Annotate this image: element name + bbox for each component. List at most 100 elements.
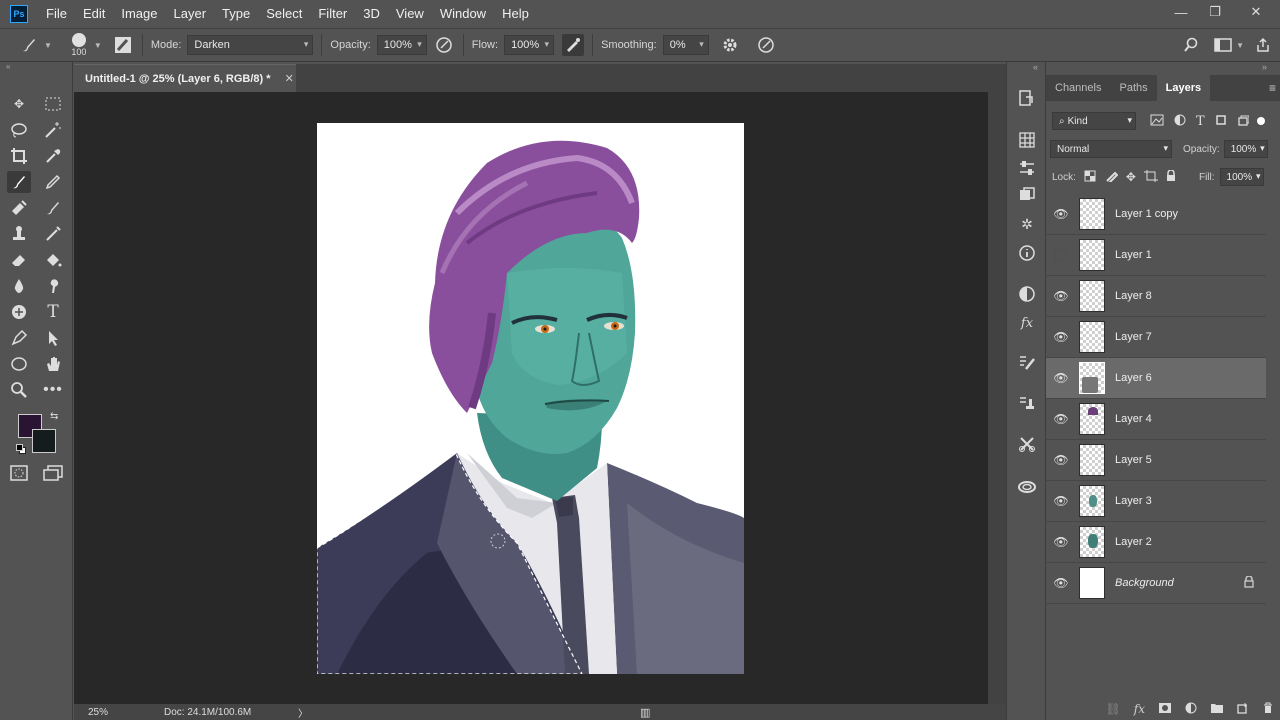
tool-presets-icon[interactable] <box>1015 432 1039 456</box>
adjustment-filter-icon[interactable] <box>1174 114 1186 129</box>
lock-artboard-icon[interactable] <box>1143 169 1158 185</box>
canvas-area[interactable] <box>74 92 988 704</box>
menu-edit[interactable]: Edit <box>75 0 113 28</box>
path-selection-tool-icon[interactable] <box>41 327 65 349</box>
eye-icon[interactable]: 👁︎ <box>1046 317 1076 358</box>
vertical-scrollbar[interactable] <box>988 92 1006 704</box>
menu-help[interactable]: Help <box>494 0 537 28</box>
tab-paths[interactable]: Paths <box>1110 75 1156 101</box>
3d-settings-icon[interactable]: ✲ <box>1015 212 1039 236</box>
filter-toggle-icon[interactable] <box>1256 117 1265 125</box>
tab-channels[interactable]: Channels <box>1046 75 1110 101</box>
stamp-tool-icon[interactable] <box>7 223 31 245</box>
fill-input[interactable]: 100% ▾ <box>1219 168 1264 186</box>
scroll-grip-icon[interactable]: ▥ <box>640 706 650 719</box>
workspace-caret-icon[interactable]: ▼ <box>1236 41 1244 50</box>
layers-scrollbar[interactable] <box>1266 190 1280 700</box>
new-layer-icon[interactable] <box>1237 702 1249 717</box>
layer-row[interactable]: 👁︎ Layer 4 <box>1046 399 1266 440</box>
preset-caret-icon[interactable]: ▼ <box>44 41 52 50</box>
hand-tool-icon[interactable] <box>41 353 65 375</box>
move-tool-icon[interactable]: ✥ <box>7 93 31 115</box>
dodge-tool-icon[interactable] <box>7 301 31 323</box>
airbrush-icon[interactable] <box>562 34 585 56</box>
eye-icon[interactable]: 👁︎ <box>1046 481 1076 522</box>
close-icon[interactable]: ✕ <box>285 72 294 85</box>
eye-icon[interactable]: 👁︎ <box>1046 276 1076 317</box>
clone-source-icon[interactable] <box>1015 391 1039 415</box>
kind-filter-select[interactable]: ⌕ Kind ▾ <box>1052 112 1136 130</box>
artboard[interactable] <box>317 123 744 674</box>
brush-size-preview[interactable]: 100 <box>68 33 90 57</box>
more-tools-icon[interactable]: ••• <box>41 379 65 401</box>
add-mask-icon[interactable] <box>1158 702 1172 717</box>
crop-tool-icon[interactable] <box>7 145 31 167</box>
menu-view[interactable]: View <box>388 0 432 28</box>
photoshop-logo[interactable]: Ps <box>10 5 28 23</box>
eye-icon[interactable]: 👁︎ <box>1046 358 1076 399</box>
adjustments-icon[interactable] <box>1015 282 1039 306</box>
menu-window[interactable]: Window <box>432 0 494 28</box>
brush-tool-preset-icon[interactable] <box>18 34 40 56</box>
zoom-tool-icon[interactable] <box>7 379 31 401</box>
paint-bucket-tool-icon[interactable] <box>41 249 65 271</box>
ellipse-tool-icon[interactable] <box>7 353 31 375</box>
delete-layer-icon[interactable] <box>1262 702 1274 717</box>
brush-settings-panel-icon[interactable] <box>112 34 134 56</box>
minimize-button[interactable]: — <box>1164 0 1198 24</box>
shape-filter-icon[interactable] <box>1215 114 1227 129</box>
info-icon[interactable] <box>1015 241 1039 265</box>
menu-3d[interactable]: 3D <box>355 0 388 28</box>
quick-mask-icon[interactable] <box>7 462 31 484</box>
gear-icon[interactable] <box>719 34 741 56</box>
mode-select[interactable]: Darken ▾ <box>187 35 314 55</box>
pen-tool-icon[interactable] <box>7 327 31 349</box>
lock-position-icon[interactable]: ✥ <box>1126 170 1136 184</box>
eye-icon[interactable]: 👁︎ <box>1046 440 1076 481</box>
menu-type[interactable]: Type <box>214 0 258 28</box>
layer-opacity-input[interactable]: 100% ▾ <box>1223 140 1268 158</box>
menu-select[interactable]: Select <box>258 0 310 28</box>
lock-all-icon[interactable] <box>1166 168 1176 185</box>
magic-wand-tool-icon[interactable] <box>41 119 65 141</box>
background-color-swatch[interactable] <box>32 429 56 453</box>
eraser-tool-icon[interactable] <box>7 249 31 271</box>
search-icon[interactable] <box>1180 34 1202 56</box>
swap-colors-icon[interactable]: ⇆ <box>50 411 58 422</box>
eye-icon[interactable]: 👁︎ <box>1046 194 1076 235</box>
eye-icon[interactable]: 👁︎ <box>1046 522 1076 563</box>
workspace-icon[interactable] <box>1212 34 1234 56</box>
blend-mode-select[interactable]: Normal ▾ <box>1050 140 1172 158</box>
menu-filter[interactable]: Filter <box>310 0 355 28</box>
art-history-brush-icon[interactable] <box>41 223 65 245</box>
layer-row[interactable]: 👁︎ Layer 5 <box>1046 440 1266 481</box>
size-caret-icon[interactable]: ▼ <box>94 41 102 50</box>
menu-layer[interactable]: Layer <box>166 0 215 28</box>
default-colors-icon[interactable] <box>16 444 26 454</box>
collapse-toolbar-icon[interactable]: « <box>0 62 72 74</box>
layer-row[interactable]: 👁︎ Layer 7 <box>1046 317 1266 358</box>
brush-settings-icon[interactable] <box>1015 350 1039 374</box>
lasso-tool-icon[interactable] <box>7 119 31 141</box>
pixel-filter-icon[interactable] <box>1150 114 1164 129</box>
pressure-opacity-icon[interactable] <box>433 34 455 56</box>
styles-fx-icon[interactable]: fx <box>1015 311 1039 335</box>
marquee-tool-icon[interactable] <box>41 93 65 115</box>
collapse-panels-icon[interactable]: » <box>1262 62 1267 72</box>
share-icon[interactable] <box>1252 34 1274 56</box>
layer-row-background[interactable]: 👁︎ Background <box>1046 563 1266 604</box>
opacity-input[interactable]: 100% ▾ <box>376 35 427 55</box>
type-filter-icon[interactable]: T <box>1196 114 1205 129</box>
brush-tool-icon[interactable] <box>7 171 31 193</box>
lock-icon[interactable] <box>1244 574 1254 591</box>
layer-row[interactable]: 👁︎ Layer 8 <box>1046 276 1266 317</box>
layer-row[interactable]: Layer 1 <box>1046 235 1266 276</box>
screen-mode-icon[interactable] <box>41 462 65 484</box>
layer-row[interactable]: 👁︎ Layer 3 <box>1046 481 1266 522</box>
lock-transparent-icon[interactable] <box>1084 170 1096 185</box>
smart-object-filter-icon[interactable] <box>1237 114 1250 129</box>
zoom-level[interactable]: 25% <box>88 707 148 718</box>
link-layers-icon[interactable]: ⛓ <box>1106 702 1121 716</box>
flow-input[interactable]: 100% ▾ <box>504 35 555 55</box>
eyedropper-tool-icon[interactable] <box>41 145 65 167</box>
